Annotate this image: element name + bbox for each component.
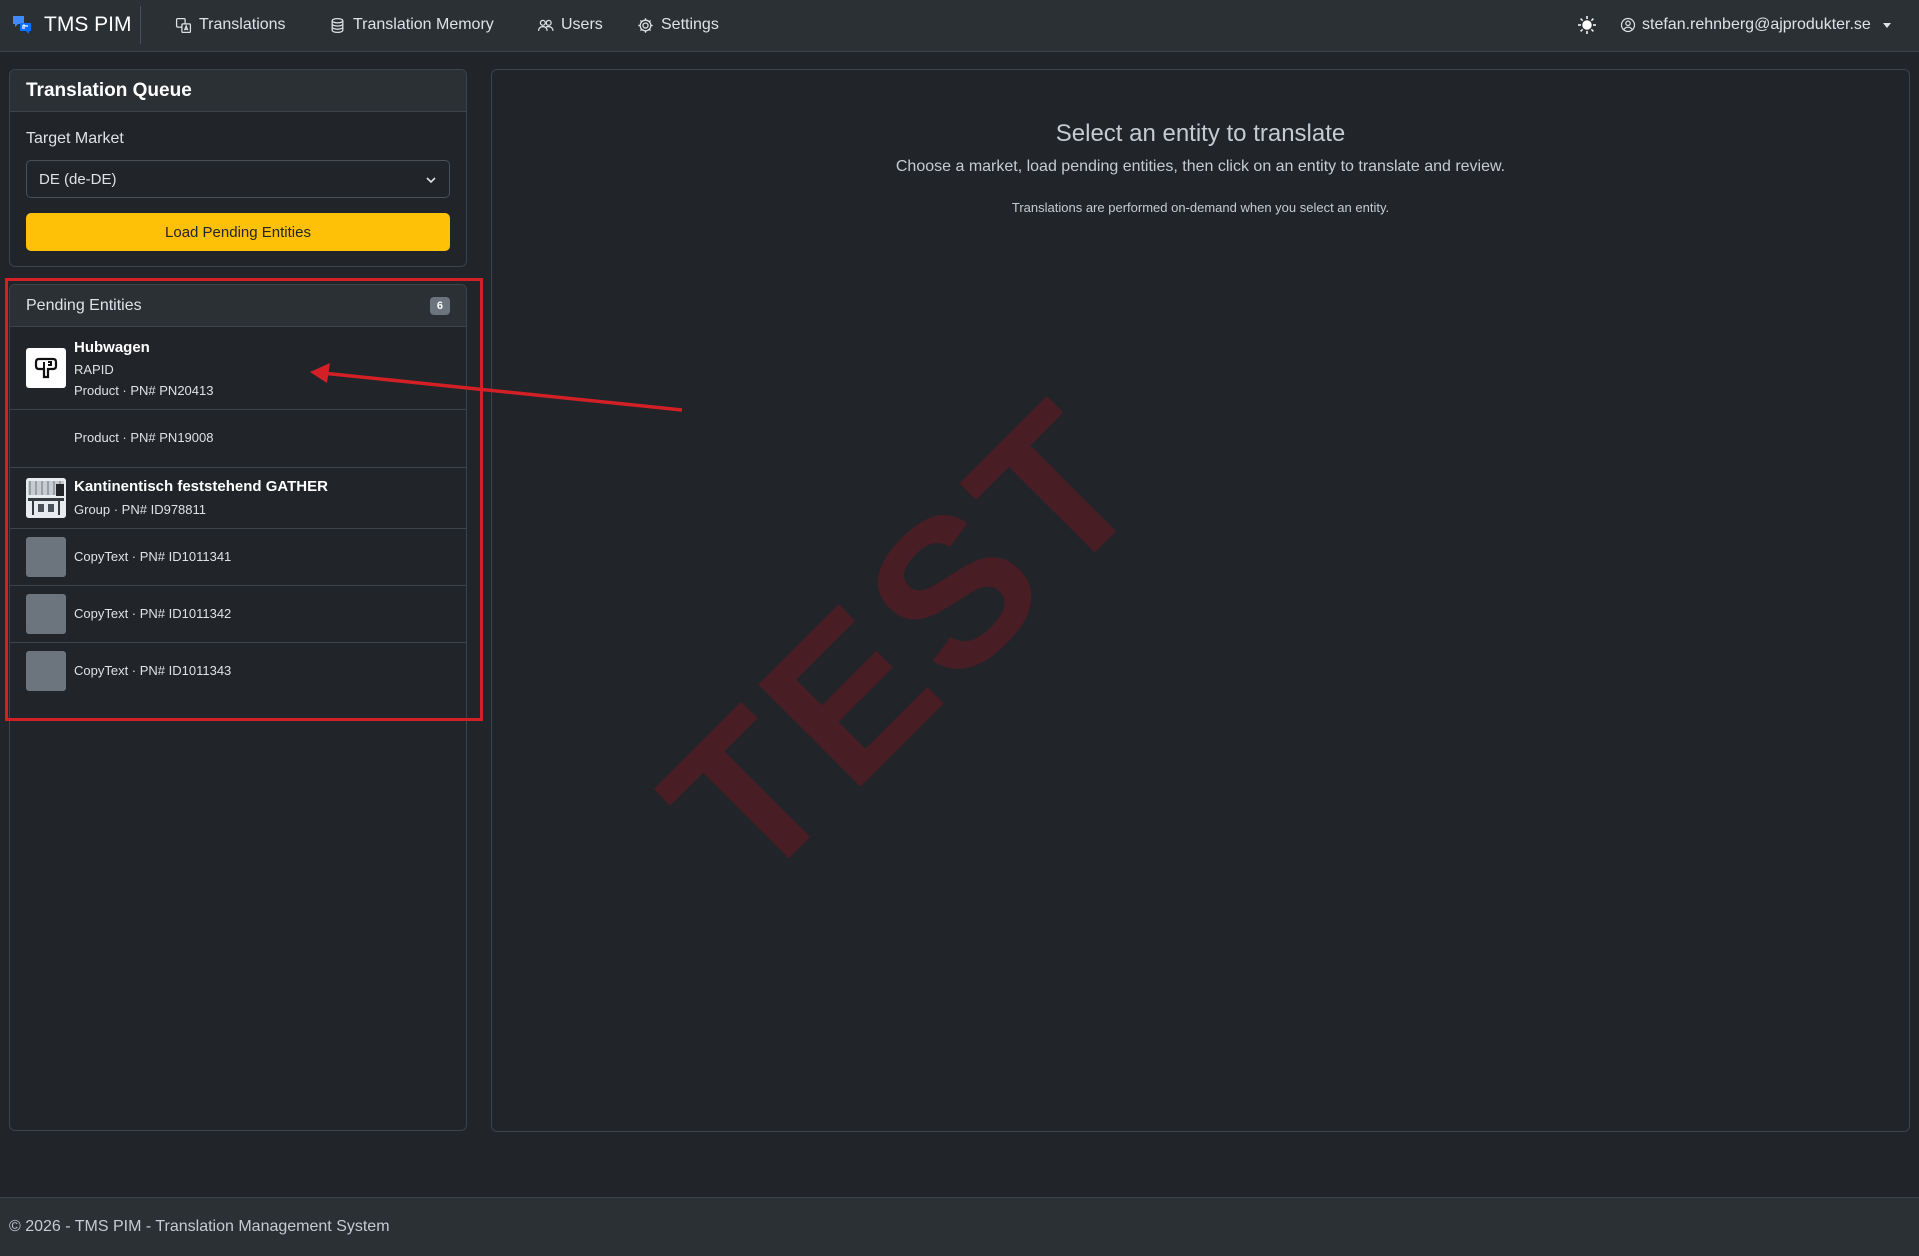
- nav-translation-memory[interactable]: Translation Memory: [329, 0, 494, 50]
- entity-item[interactable]: CopyText · PN# ID1011343: [10, 643, 466, 700]
- entity-detail-panel: Select an entity to translate Choose a m…: [491, 69, 1910, 1132]
- entity-meta: Group · PN# ID978811: [74, 502, 206, 517]
- user-email: stefan.rehnberg@ajprodukter.se: [1642, 16, 1871, 33]
- translate-icon: [175, 17, 192, 33]
- user-circle-icon: [1620, 17, 1636, 33]
- target-market-value: DE (de-DE): [39, 170, 117, 188]
- footer-text: © 2026 - TMS PIM - Translation Managemen…: [9, 1218, 390, 1235]
- rapid-logo-icon: [34, 357, 58, 379]
- pending-header: Pending Entities 6: [10, 285, 466, 327]
- entity-brand: RAPID: [74, 362, 114, 377]
- nav-translations-label: Translations: [199, 16, 286, 33]
- entity-thumbnail-placeholder: [26, 537, 66, 577]
- entity-meta: Product · PN# PN20413: [74, 383, 214, 398]
- queue-title: Translation Queue: [10, 70, 466, 112]
- database-icon: [331, 17, 344, 33]
- entity-list: Hubwagen RAPID Product · PN# PN20413 Pro…: [10, 327, 466, 700]
- top-navbar: TMS PIM Translations Translation Memory …: [0, 0, 1919, 52]
- nav-translation-memory-label: Translation Memory: [353, 16, 494, 33]
- empty-state-title: Select an entity to translate: [1055, 120, 1346, 147]
- sun-icon[interactable]: [1574, 12, 1600, 38]
- entity-thumbnail-placeholder: [26, 651, 66, 691]
- empty-state-note: Translations are performed on-demand whe…: [1011, 200, 1390, 215]
- pending-count-badge: 6: [429, 296, 450, 315]
- entity-meta: CopyText · PN# ID1011343: [74, 663, 232, 678]
- entity-item[interactable]: CopyText · PN# ID1011342: [10, 586, 466, 643]
- brand[interactable]: TMS PIM: [10, 0, 132, 50]
- entity-title: Hubwagen: [74, 339, 150, 356]
- app-logo-icon: [13, 16, 31, 34]
- nav-users-label: Users: [561, 16, 603, 33]
- entity-item[interactable]: Hubwagen RAPID Product · PN# PN20413: [10, 327, 466, 410]
- entity-meta: Product · PN# PN19008: [74, 430, 214, 445]
- nav-translations[interactable]: Translations: [175, 0, 286, 50]
- entity-title: Kantinentisch feststehend GATHER: [74, 478, 328, 495]
- brand-name: TMS PIM: [44, 13, 132, 36]
- entity-meta: CopyText · PN# ID1011341: [74, 549, 232, 564]
- entity-thumbnail: [26, 478, 66, 518]
- entity-item[interactable]: Kantinentisch feststehend GATHER Group ·…: [10, 468, 466, 529]
- chevron-down-icon: [426, 177, 436, 184]
- target-market-select[interactable]: DE (de-DE): [26, 160, 450, 198]
- entity-thumbnail: [26, 348, 66, 388]
- nav-settings-label: Settings: [661, 16, 719, 33]
- entity-item[interactable]: Product · PN# PN19008: [10, 410, 466, 468]
- empty-state-description: Choose a market, load pending entities, …: [895, 158, 1506, 175]
- caret-down-icon: [1882, 22, 1891, 28]
- entity-meta: CopyText · PN# ID1011342: [74, 606, 232, 621]
- footer: © 2026 - TMS PIM - Translation Managemen…: [0, 1197, 1919, 1256]
- entity-item[interactable]: CopyText · PN# ID1011341: [10, 529, 466, 586]
- load-pending-button[interactable]: Load Pending Entities: [26, 213, 450, 251]
- pending-title: Pending Entities: [26, 296, 142, 314]
- translation-queue-card: Translation Queue Target Market DE (de-D…: [9, 69, 467, 267]
- canteen-table-photo-icon: [26, 478, 66, 518]
- navbar-divider: [140, 6, 141, 44]
- gear-icon: [638, 17, 653, 33]
- nav-users[interactable]: Users: [537, 0, 603, 50]
- user-menu[interactable]: stefan.rehnberg@ajprodukter.se: [1620, 0, 1891, 50]
- nav-settings[interactable]: Settings: [637, 0, 719, 50]
- pending-entities-card: Pending Entities 6 Hubwagen RAPID Produc…: [9, 284, 467, 1131]
- target-market-label: Target Market: [26, 130, 124, 147]
- users-icon: [537, 19, 554, 31]
- entity-thumbnail-placeholder: [26, 594, 66, 634]
